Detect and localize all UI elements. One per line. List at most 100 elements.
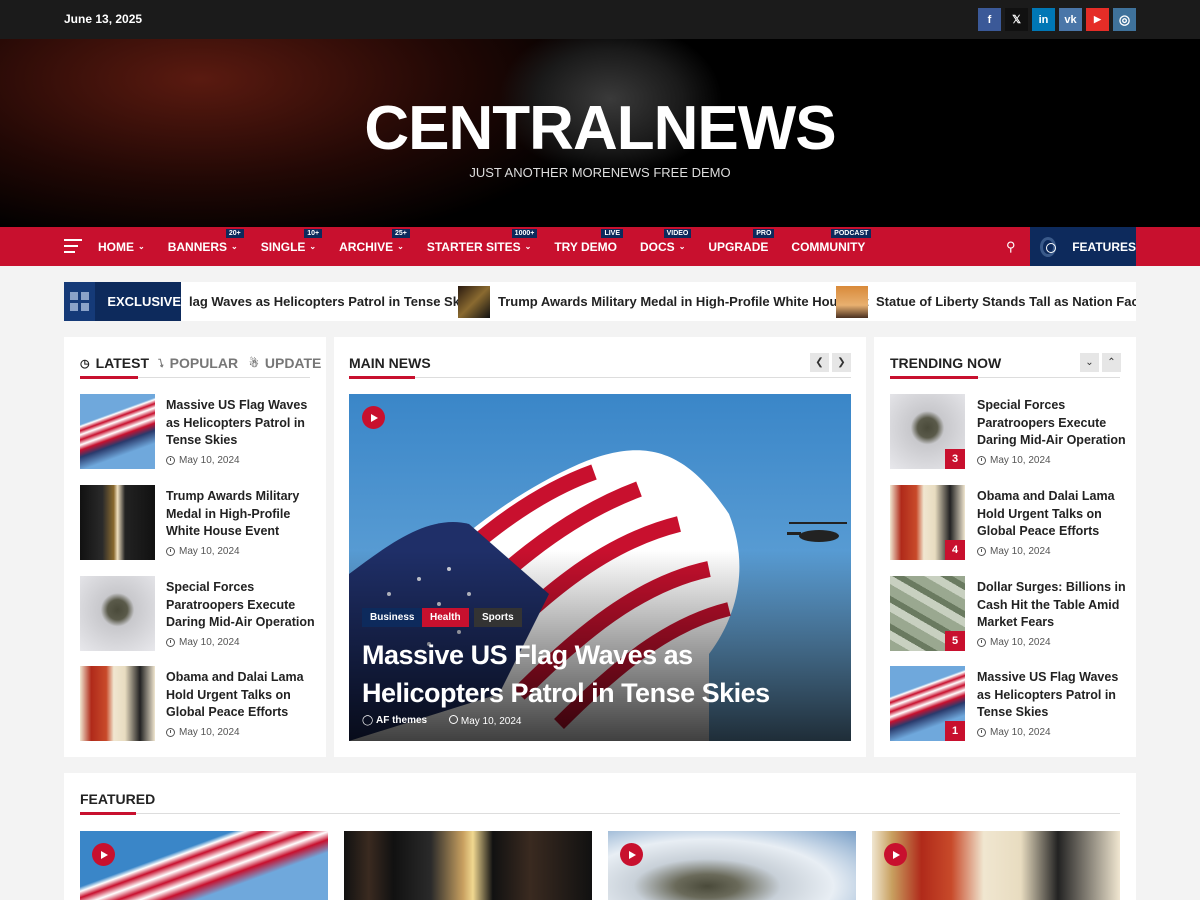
article-date: May 10, 2024 <box>166 637 240 648</box>
features-label: FEATURES <box>1072 239 1136 254</box>
article-thumbnail[interactable] <box>80 666 155 741</box>
instagram-icon[interactable]: ◎ <box>1113 8 1136 31</box>
article-title[interactable]: Massive US Flag Waves as Helicopters Pat… <box>977 669 1127 722</box>
author[interactable]: ◯ AF themes <box>362 715 427 727</box>
section-accent <box>80 812 136 815</box>
site-tagline: JUST ANOTHER MORENEWS FREE DEMO <box>469 165 731 180</box>
nav-label: DOCS <box>640 239 675 254</box>
tab-update[interactable]: ☃ UPDATE <box>249 355 321 371</box>
linkedin-icon[interactable]: in <box>1032 8 1055 31</box>
play-icon[interactable] <box>92 843 115 866</box>
bolt-icon: ⭝ <box>158 357 164 370</box>
hamburger-menu-icon[interactable] <box>64 239 82 253</box>
section-accent <box>349 376 415 379</box>
youtube-icon[interactable]: ▶ <box>1086 8 1109 31</box>
ticker-item[interactable]: Trump Awards Military Medal in High-Prof… <box>458 282 869 321</box>
nav-badge: PRO <box>753 229 775 238</box>
date-text: May 10, 2024 <box>179 637 240 648</box>
nav-item-archive[interactable]: ARCHIVE ⌄ 25+ <box>339 227 410 266</box>
chevron-down-icon[interactable]: ⌄ <box>1080 353 1099 372</box>
nav-item-try-demo[interactable]: TRY DEMO LIVE <box>554 227 624 266</box>
nav-item-home[interactable]: HOME ⌄ <box>98 227 145 266</box>
grid-icon <box>64 282 96 321</box>
featured-card-image[interactable] <box>608 831 856 900</box>
fire-icon: ☃ <box>249 357 259 370</box>
play-icon[interactable] <box>620 843 643 866</box>
x-icon[interactable]: 𝕏 <box>1005 8 1028 31</box>
featured-card-image[interactable] <box>344 831 592 900</box>
category-business[interactable]: Business <box>362 608 423 627</box>
play-icon[interactable] <box>362 406 385 429</box>
rank-badge: 3 <box>945 449 965 469</box>
ticker-text: lag Waves as Helicopters Patrol in Tense… <box>189 294 479 309</box>
article-title[interactable]: Special Forces Paratroopers Execute Dari… <box>166 579 316 632</box>
article-date: May 10, 2024 <box>977 455 1051 466</box>
site-title[interactable]: CENTRALNEWS <box>0 93 1200 164</box>
section-title: MAIN NEWS <box>349 355 431 371</box>
nav-label: UPGRADE <box>708 239 769 254</box>
date-text: May 10, 2024 <box>990 727 1051 738</box>
nav-item-banners[interactable]: BANNERS ⌄ 20+ <box>168 227 244 266</box>
chevron-left-icon[interactable]: ❮ <box>810 353 829 372</box>
nav-item-upgrade[interactable]: UPGRADE PRO <box>708 227 775 266</box>
article-title[interactable]: Trump Awards Military Medal in High-Prof… <box>166 488 316 541</box>
featured-card-image[interactable] <box>872 831 1120 900</box>
nav-label: STARTER SITES <box>426 239 521 254</box>
site-header: CENTRALNEWS JUST ANOTHER MORENEWS FREE D… <box>0 39 1200 227</box>
article-title[interactable]: Obama and Dalai Lama Hold Urgent Talks o… <box>977 488 1127 541</box>
facebook-glyph: f <box>987 13 992 26</box>
nav-badge: VIDEO <box>663 229 692 238</box>
clock-icon <box>166 638 175 647</box>
date-text: May 10, 2024 <box>179 455 240 466</box>
article-thumbnail[interactable] <box>80 485 155 560</box>
section-title: TRENDING NOW <box>890 355 1002 371</box>
chevron-right-icon[interactable]: ❯ <box>832 353 851 372</box>
article-date: May 10, 2024 <box>977 546 1051 557</box>
ticker-item[interactable]: lag Waves as Helicopters Patrol in Tense… <box>189 282 478 321</box>
article-title[interactable]: Dollar Surges: Billions in Cash Hit the … <box>977 579 1127 632</box>
featured-card-image[interactable] <box>80 831 328 900</box>
main-meta: ◯ AF themes May 10, 2024 <box>362 715 522 727</box>
current-date: June 13, 2025 <box>64 12 143 26</box>
facebook-icon[interactable]: f <box>978 8 1001 31</box>
clock-icon <box>977 728 986 737</box>
chevron-down-icon: ⌄ <box>524 242 532 251</box>
nav-item-docs[interactable]: DOCS ⌄ VIDEO <box>640 227 692 266</box>
article-title[interactable]: Massive US Flag Waves as Helicopters Pat… <box>166 397 316 450</box>
category-health[interactable]: Health <box>422 608 469 627</box>
gallery-icon[interactable] <box>884 843 907 866</box>
news-ticker: EXCLUSIVE lag Waves as Helicopters Patro… <box>64 282 1136 321</box>
article-date: May 10, 2024 <box>166 727 240 738</box>
tab-latest[interactable]: ◷ LATEST <box>80 355 149 371</box>
main-date: May 10, 2024 <box>449 715 522 727</box>
article-thumbnail[interactable] <box>80 576 155 651</box>
features-button[interactable]: FEATURES <box>1030 227 1136 266</box>
main-headline[interactable]: Massive US Flag Waves as Helicopters Pat… <box>362 636 832 712</box>
tab-label: POPULAR <box>169 355 239 371</box>
nav-item-starter-sites[interactable]: STARTER SITES ⌄ 1000+ <box>426 227 538 266</box>
rank-badge: 4 <box>945 540 965 560</box>
section-accent <box>890 376 978 379</box>
search-icon[interactable]: ⚲ <box>1006 239 1016 255</box>
active-tab-indicator <box>80 376 138 379</box>
nav-badge: 10+ <box>304 229 323 238</box>
article-title[interactable]: Special Forces Paratroopers Execute Dari… <box>977 397 1127 450</box>
article-title[interactable]: Obama and Dalai Lama Hold Urgent Talks o… <box>166 669 316 722</box>
vk-icon[interactable]: vk <box>1059 8 1082 31</box>
chevron-up-icon[interactable]: ⌃ <box>1102 353 1121 372</box>
article-date: May 10, 2024 <box>166 546 240 557</box>
ticker-item[interactable]: Statue of Liberty Stands Tall as Nation … <box>836 282 1136 321</box>
social-links: f 𝕏 in vk ▶ ◎ <box>978 8 1136 31</box>
section-divider <box>80 813 1120 814</box>
nav-item-single[interactable]: SINGLE ⌄ 10+ <box>261 227 323 266</box>
article-thumbnail[interactable] <box>80 394 155 469</box>
clock-icon <box>977 638 986 647</box>
nav-badge: 25+ <box>391 229 410 238</box>
chevron-down-icon: ⌄ <box>397 242 404 251</box>
tab-popular[interactable]: ⭝ POPULAR <box>158 355 238 371</box>
nav-item-community[interactable]: COMMUNITY PODCAST <box>791 227 872 266</box>
ticker-text: Trump Awards Military Medal in High-Prof… <box>498 294 869 309</box>
linkedin-glyph: in <box>1038 13 1049 26</box>
category-sports[interactable]: Sports <box>474 608 522 627</box>
main-navigation: HOME ⌄ BANNERS ⌄ 20+ SINGLE ⌄ 10+ ARCHIVE ⌄ 25+… <box>0 227 1200 266</box>
